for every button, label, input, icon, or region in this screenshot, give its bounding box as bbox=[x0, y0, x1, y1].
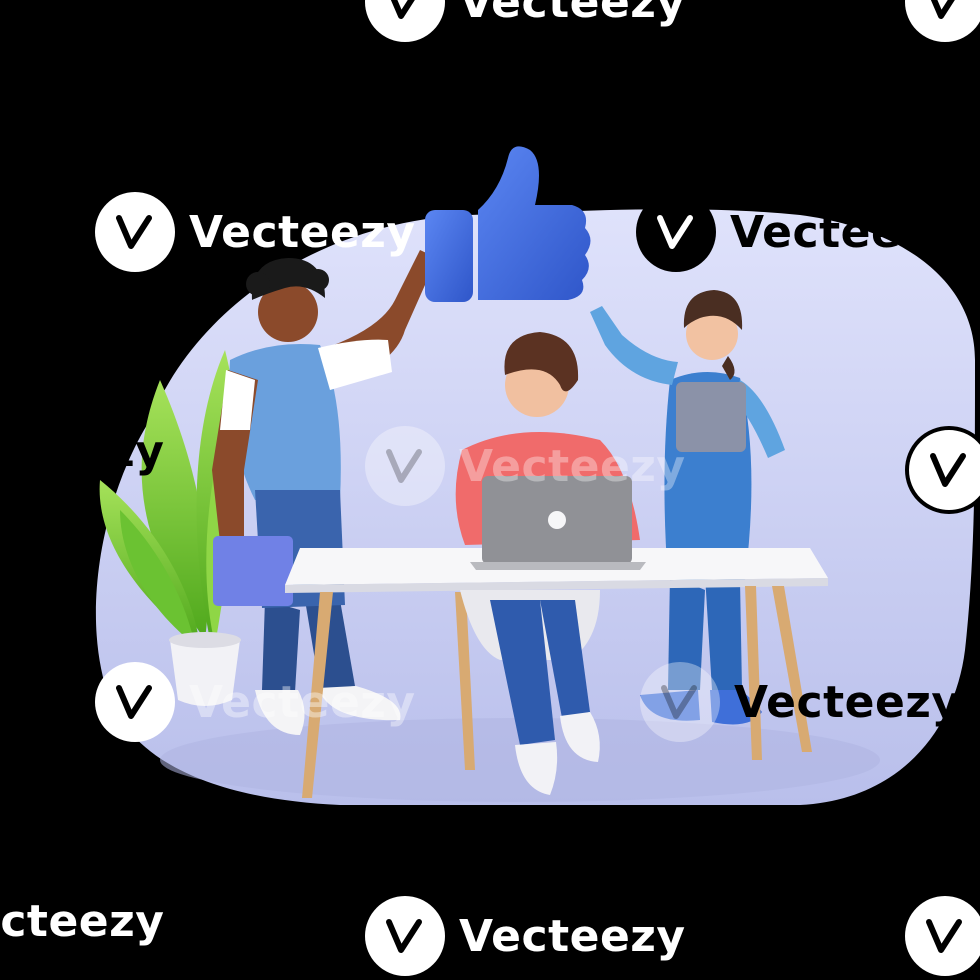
watermark: Vecteezy bbox=[365, 0, 686, 42]
watermark: Vecteezy bbox=[365, 426, 686, 506]
watermark: ecteezy bbox=[0, 0, 164, 13]
vecteezy-logo-icon bbox=[95, 192, 175, 272]
watermark: Vecteezy bbox=[95, 662, 416, 742]
watermark-text: ecteezy bbox=[0, 896, 165, 947]
vecteezy-logo-icon bbox=[636, 192, 716, 272]
watermark-text: Vecteezy bbox=[459, 440, 686, 492]
watermark: Vecteezy bbox=[95, 192, 416, 272]
tablet-icon bbox=[676, 382, 746, 452]
thumbs-up-icon bbox=[425, 146, 591, 302]
vecteezy-logo-icon bbox=[365, 0, 445, 42]
vecteezy-logo-icon bbox=[905, 426, 980, 514]
watermark-text: Vecteezy bbox=[734, 676, 961, 728]
vecteezy-logo-icon bbox=[905, 0, 980, 42]
watermark: Vecteezy bbox=[636, 192, 957, 272]
watermark-text: Vecteezy bbox=[730, 206, 957, 258]
watermark: ecteezy bbox=[0, 426, 164, 477]
watermark-text: ecteezy bbox=[0, 0, 164, 13]
watermark: ecteezy bbox=[0, 896, 164, 947]
folder bbox=[213, 536, 293, 606]
watermark: Vecteezy bbox=[365, 896, 686, 976]
watermark bbox=[905, 0, 980, 42]
watermark-text: Vecteezy bbox=[459, 910, 686, 962]
watermark bbox=[905, 426, 980, 514]
watermark-text: Vecteezy bbox=[189, 206, 416, 258]
watermark-text: Vecteezy bbox=[459, 0, 686, 28]
watermark-text: ecteezy bbox=[0, 426, 165, 477]
vecteezy-logo-icon bbox=[365, 426, 445, 506]
vecteezy-logo-icon bbox=[905, 896, 980, 976]
vecteezy-logo-icon bbox=[365, 896, 445, 976]
vecteezy-logo-icon bbox=[95, 662, 175, 742]
watermark-text: Vecteezy bbox=[189, 676, 416, 728]
vecteezy-logo-icon bbox=[640, 662, 720, 742]
watermark: Vecteezy bbox=[640, 662, 961, 742]
watermark bbox=[905, 896, 980, 976]
